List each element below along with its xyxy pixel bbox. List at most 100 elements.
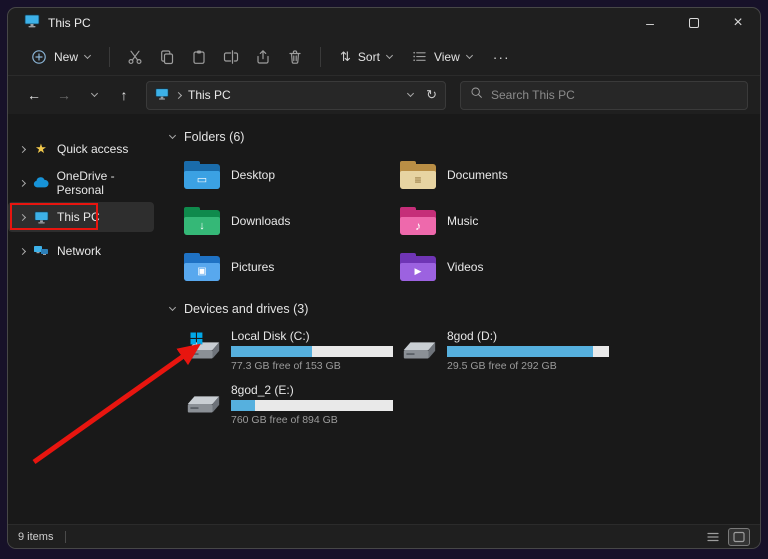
drive-free-space: 760 GB free of 894 GB: [231, 414, 338, 426]
address-dropdown-icon[interactable]: [407, 89, 415, 98]
drive-details: Local Disk (C:) 77.3 GB free of 153 GB: [231, 328, 393, 372]
sort-button[interactable]: Sort: [331, 43, 401, 71]
command-bar: New Sort Vie: [8, 38, 760, 76]
close-button[interactable]: [716, 8, 760, 38]
toolbar-separator: [109, 46, 111, 67]
drive-item-e[interactable]: 8god_2 (E:) 760 GB free of 894 GB: [184, 382, 400, 430]
drive-free-space: 29.5 GB free of 292 GB: [447, 360, 557, 372]
search-box[interactable]: [460, 80, 748, 110]
network-icon: [33, 243, 49, 259]
search-input[interactable]: [491, 88, 738, 102]
new-button[interactable]: New: [22, 43, 99, 71]
expand-chevron-icon[interactable]: [18, 179, 26, 187]
rename-button[interactable]: [216, 42, 246, 72]
sidebar-item-this-pc[interactable]: This PC: [8, 202, 154, 232]
address-bar[interactable]: This PC: [146, 80, 446, 110]
folder-item-desktop[interactable]: Desktop: [184, 156, 400, 194]
minimize-button[interactable]: [628, 8, 672, 38]
pictures-folder-icon: [184, 253, 220, 281]
view-toggles: [702, 527, 750, 546]
up-button[interactable]: [110, 81, 138, 109]
folder-name: Videos: [447, 260, 484, 274]
delete-button[interactable]: [280, 42, 310, 72]
view-icon: [412, 49, 427, 64]
folders-grid: Desktop Documents Downloads Music Pictur…: [184, 156, 750, 286]
rename-icon: [223, 49, 239, 64]
items-count: 9 items: [18, 530, 54, 543]
sort-icon: [340, 49, 351, 65]
drive-usage-fill: [231, 346, 312, 357]
sidebar-item-network[interactable]: Network: [8, 236, 154, 266]
documents-folder-icon: [400, 161, 436, 189]
clipboard-icon: [193, 50, 205, 64]
up-arrow-icon: [121, 87, 128, 103]
videos-folder-icon: [400, 253, 436, 281]
sidebar-item-quick-access[interactable]: Quick access: [8, 134, 154, 164]
expand-chevron-icon[interactable]: [18, 213, 27, 221]
maximize-button[interactable]: [672, 8, 716, 38]
share-button[interactable]: [248, 42, 278, 72]
details-view-icon: [707, 532, 719, 541]
window-title: This PC: [48, 16, 91, 30]
drive-usage-bar: [231, 400, 393, 411]
breadcrumb[interactable]: This PC: [188, 88, 231, 102]
hard-drive-icon: [184, 332, 222, 364]
view-button-label: View: [433, 49, 460, 64]
maximize-icon: [689, 18, 699, 28]
drive-item-d[interactable]: 8god (D:) 29.5 GB free of 292 GB: [400, 328, 616, 376]
thumbnail-view-button[interactable]: [728, 527, 750, 546]
expand-chevron-icon[interactable]: [18, 247, 27, 255]
drive-usage-bar: [447, 346, 609, 357]
sidebar-item-label: Quick access: [57, 142, 129, 156]
chevron-right-icon: [174, 91, 183, 99]
drive-usage-bar: [231, 346, 393, 357]
toolbar-separator: [320, 46, 322, 67]
folder-item-music[interactable]: Music: [400, 202, 616, 240]
windows-logo-icon: [190, 332, 203, 345]
folders-section-header[interactable]: Folders (6): [168, 128, 750, 146]
chevron-down-icon: [385, 51, 393, 59]
hard-drive-icon: [400, 334, 438, 364]
drives-section-header[interactable]: Devices and drives (3): [168, 300, 750, 318]
expand-chevron-icon[interactable]: [18, 145, 27, 153]
forward-button[interactable]: [50, 81, 78, 109]
left-arrow-icon: [27, 87, 41, 103]
folder-item-pictures[interactable]: Pictures: [184, 248, 400, 286]
desktop-folder-icon: [184, 161, 220, 189]
sidebar-item-label: This PC: [57, 210, 100, 224]
sidebar-item-label: Network: [57, 244, 102, 258]
this-pc-monitor-icon: [33, 209, 49, 225]
drive-name: 8god (D:): [447, 329, 498, 343]
folder-item-documents[interactable]: Documents: [400, 156, 616, 194]
this-pc-monitor-icon: [155, 87, 169, 104]
drive-details: 8god_2 (E:) 760 GB free of 894 GB: [231, 382, 393, 426]
status-bar: 9 items: [8, 524, 760, 548]
see-more-button[interactable]: ···: [483, 45, 520, 69]
folder-item-videos[interactable]: Videos: [400, 248, 616, 286]
cloud-icon: [33, 175, 49, 191]
view-button[interactable]: View: [403, 43, 481, 70]
recent-locations-button[interactable]: [80, 81, 108, 109]
sidebar-item-onedrive[interactable]: OneDrive - Personal: [8, 168, 154, 198]
drives-section-title: Devices and drives (3): [184, 302, 309, 316]
search-icon: [470, 86, 483, 104]
sort-button-label: Sort: [357, 49, 380, 64]
paste-button[interactable]: [184, 42, 214, 72]
drive-item-c[interactable]: Local Disk (C:) 77.3 GB free of 153 GB: [184, 328, 400, 376]
folder-item-downloads[interactable]: Downloads: [184, 202, 400, 240]
collapse-chevron-icon: [168, 131, 177, 140]
title-bar: This PC: [8, 8, 760, 38]
back-button[interactable]: [20, 81, 48, 109]
trash-can-icon: [289, 49, 301, 64]
folder-name: Pictures: [231, 260, 275, 274]
details-view-button[interactable]: [702, 528, 724, 546]
copy-button[interactable]: [152, 42, 182, 72]
scissors-icon: [128, 50, 142, 64]
drives-grid: Local Disk (C:) 77.3 GB free of 153 GB 8…: [184, 328, 750, 430]
cut-button[interactable]: [120, 42, 150, 72]
file-explorer-window: This PC New: [8, 8, 760, 548]
drive-details: 8god (D:) 29.5 GB free of 292 GB: [447, 328, 609, 372]
refresh-icon[interactable]: [426, 87, 437, 103]
explorer-body: Quick access OneDrive - Personal This PC: [8, 114, 760, 524]
chevron-down-icon: [83, 51, 92, 59]
